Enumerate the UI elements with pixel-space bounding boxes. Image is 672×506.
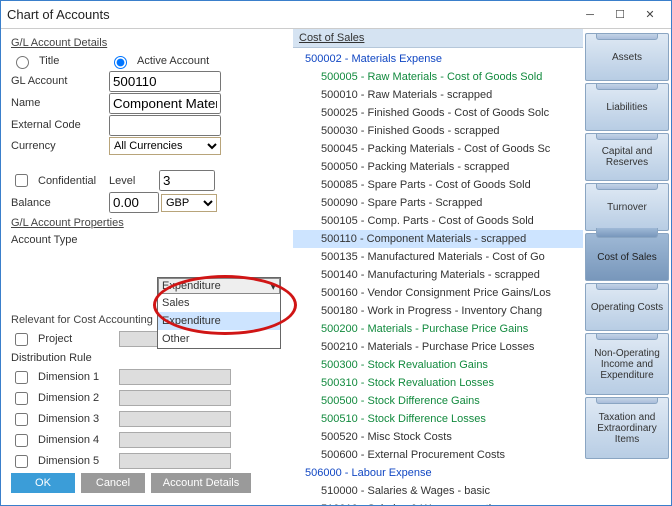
tree-item[interactable]: 500200 - Materials - Purchase Price Gain…	[293, 320, 583, 338]
tree-item[interactable]: 500090 - Spare Parts - Scrapped	[293, 194, 583, 212]
minimize-icon[interactable]: ─	[575, 5, 605, 25]
gl-account-field[interactable]	[109, 71, 221, 92]
account-tree[interactable]: 500002 - Materials Expense 500005 - Raw …	[293, 48, 583, 505]
dim3-field	[119, 411, 231, 427]
checkbox-confidential[interactable]: Confidential	[11, 171, 109, 190]
window-title: Chart of Accounts	[7, 7, 575, 22]
label-name: Name	[11, 97, 109, 109]
tree-item[interactable]: 500135 - Manufactured Materials - Cost o…	[293, 248, 583, 266]
tree-header: Cost of Sales	[293, 29, 583, 48]
radio-title-input[interactable]	[16, 56, 29, 69]
radio-active-account[interactable]: Active Account	[109, 53, 209, 69]
drawer-capital-reserves[interactable]: Capital and Reserves	[585, 133, 669, 181]
label-currency: Currency	[11, 140, 109, 152]
dd-option-other[interactable]: Other	[158, 330, 280, 348]
checkbox-dim3[interactable]: Dimension 3	[11, 410, 119, 429]
tree-item[interactable]: 500105 - Comp. Parts - Cost of Goods Sol…	[293, 212, 583, 230]
checkbox-project[interactable]: Project	[11, 330, 119, 349]
drawer-non-operating[interactable]: Non-Operating Income and Expenditure	[585, 333, 669, 395]
label-distribution-rule: Distribution Rule	[11, 352, 119, 364]
confidential-input[interactable]	[15, 174, 28, 187]
tree-item[interactable]: 500045 - Packing Materials - Cost of Goo…	[293, 140, 583, 158]
tree-item[interactable]: 500010 - Raw Materials - scrapped	[293, 86, 583, 104]
radio-title[interactable]: Title	[11, 53, 109, 69]
tree-item[interactable]: 500510 - Stock Difference Losses	[293, 410, 583, 428]
checkbox-dim1[interactable]: Dimension 1	[11, 368, 119, 387]
dim1-field	[119, 369, 231, 385]
tree-item[interactable]: 500300 - Stock Revaluation Gains	[293, 356, 583, 374]
checkbox-dim4[interactable]: Dimension 4	[11, 431, 119, 450]
close-icon[interactable]: ✕	[635, 5, 665, 25]
tree-parent[interactable]: 500002 - Materials Expense	[293, 50, 583, 68]
label-balance: Balance	[11, 197, 109, 209]
drawer-taxation[interactable]: Taxation and Extraordinary Items	[585, 397, 669, 459]
account-details-button[interactable]: Account Details	[151, 473, 251, 493]
tree-item[interactable]: 510010 - Salaries & Wages - overtime	[293, 500, 583, 505]
maximize-icon[interactable]: ☐	[605, 5, 635, 25]
balance-field[interactable]	[109, 192, 159, 213]
tree-item[interactable]: 510000 - Salaries & Wages - basic	[293, 482, 583, 500]
tree-item[interactable]: 500160 - Vendor Consignment Price Gains/…	[293, 284, 583, 302]
project-input[interactable]	[15, 333, 28, 346]
label-external-code: External Code	[11, 119, 109, 131]
account-type-selected[interactable]: Expenditure▾	[158, 278, 280, 294]
drawer-turnover[interactable]: Turnover	[585, 183, 669, 231]
tree-item[interactable]: 500050 - Packing Materials - scrapped	[293, 158, 583, 176]
tree-item[interactable]: 500210 - Materials - Purchase Price Loss…	[293, 338, 583, 356]
dim4-field	[119, 432, 231, 448]
tree-item[interactable]: 500025 - Finished Goods - Cost of Goods …	[293, 104, 583, 122]
checkbox-dim2[interactable]: Dimension 2	[11, 389, 119, 408]
tree-parent[interactable]: 506000 - Labour Expense	[293, 464, 583, 482]
tree-item[interactable]: 500140 - Manufacturing Materials - scrap…	[293, 266, 583, 284]
drawer-liabilities[interactable]: Liabilities	[585, 83, 669, 131]
section-gl-properties: G/L Account Properties	[11, 217, 287, 229]
label-gl-account: GL Account	[11, 75, 109, 87]
tree-item[interactable]: 500600 - External Procurement Costs	[293, 446, 583, 464]
drawer-assets[interactable]: Assets	[585, 33, 669, 81]
tree-item[interactable]: 500005 - Raw Materials - Cost of Goods S…	[293, 68, 583, 86]
level-field[interactable]	[159, 170, 215, 191]
drawer-operating-costs[interactable]: Operating Costs	[585, 283, 669, 331]
cancel-button[interactable]: Cancel	[81, 473, 145, 493]
name-field[interactable]	[109, 93, 221, 114]
checkbox-dim5[interactable]: Dimension 5	[11, 452, 119, 471]
external-code-field[interactable]	[109, 115, 221, 136]
radio-active-input[interactable]	[114, 56, 127, 69]
balance-currency-select[interactable]: GBP	[161, 194, 217, 212]
tree-item[interactable]: 500085 - Spare Parts - Cost of Goods Sol…	[293, 176, 583, 194]
account-type-dropdown[interactable]: Expenditure▾ Sales Expenditure Other	[157, 277, 281, 349]
tree-item[interactable]: 500500 - Stock Difference Gains	[293, 392, 583, 410]
dim2-field	[119, 390, 231, 406]
tree-item-selected[interactable]: 500110 - Component Materials - scrapped	[293, 230, 583, 248]
currency-select[interactable]: All Currencies	[109, 137, 221, 155]
label-level: Level	[109, 175, 159, 187]
tree-item[interactable]: 500180 - Work in Progress - Inventory Ch…	[293, 302, 583, 320]
dim5-field	[119, 453, 231, 469]
tree-item[interactable]: 500310 - Stock Revaluation Losses	[293, 374, 583, 392]
ok-button[interactable]: OK	[11, 473, 75, 493]
section-gl-details: G/L Account Details	[11, 37, 287, 49]
tree-item[interactable]: 500030 - Finished Goods - scrapped	[293, 122, 583, 140]
dd-option-sales[interactable]: Sales	[158, 294, 280, 312]
label-account-type: Account Type	[11, 234, 109, 246]
dd-option-expenditure[interactable]: Expenditure	[158, 312, 280, 330]
drawer-cost-of-sales[interactable]: Cost of Sales	[585, 233, 669, 281]
tree-item[interactable]: 500520 - Misc Stock Costs	[293, 428, 583, 446]
chevron-down-icon: ▾	[270, 280, 276, 293]
